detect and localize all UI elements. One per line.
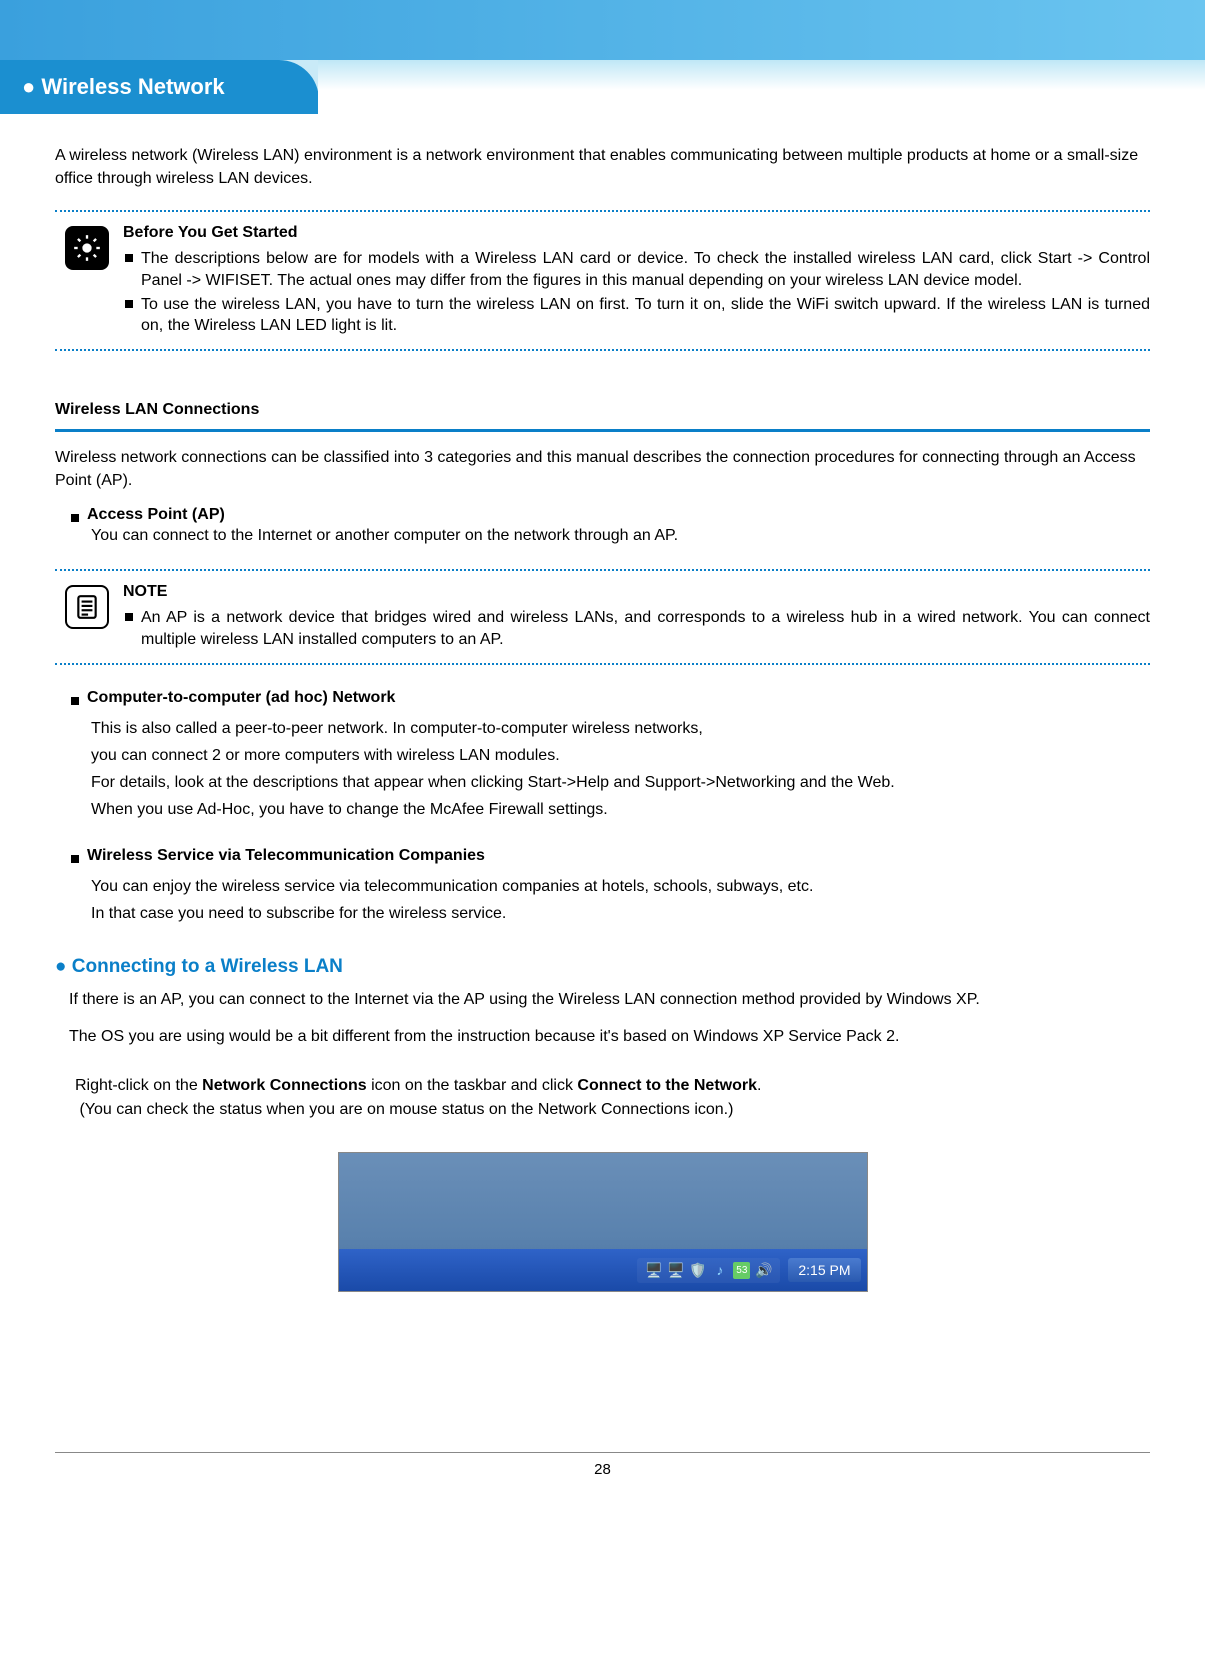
tray-monitor-icon: 🖥️	[667, 1262, 684, 1279]
page-number: 28	[594, 1461, 611, 1478]
system-tray: 🖥️ 🖥️ 🛡️ ♪ 53 🔊	[637, 1258, 780, 1283]
square-bullet-icon	[125, 254, 133, 262]
before-bullet-1: The descriptions below are for models wi…	[141, 248, 1150, 291]
square-bullet-icon	[71, 514, 79, 522]
connecting-heading: ● Connecting to a Wireless LAN	[55, 956, 1150, 978]
note-block: NOTE An AP is a network device that brid…	[55, 577, 1150, 656]
dotted-separator	[55, 349, 1150, 351]
square-bullet-icon	[125, 613, 133, 621]
connecting-p2: The OS you are using would be a bit diff…	[69, 1025, 1150, 1048]
ap-title: Access Point (AP)	[87, 506, 225, 524]
section-wlan-title: Wireless LAN Connections	[55, 401, 1150, 423]
adhoc-title: Computer-to-computer (ad hoc) Network	[87, 689, 395, 707]
taskbar-clock: 2:15 PM	[788, 1258, 860, 1282]
note-icon	[65, 585, 109, 629]
page-header: ● Wireless Network	[0, 60, 1205, 114]
square-bullet-icon	[71, 697, 79, 705]
telecom-title: Wireless Service via Telecommunication C…	[87, 847, 485, 865]
page-title: Wireless Network	[41, 74, 224, 99]
step-instruction: Right-click on the Network Connections i…	[75, 1074, 1150, 1122]
connecting-p1: If there is an AP, you can connect to th…	[69, 988, 1150, 1011]
before-you-start-block: Before You Get Started The descriptions …	[55, 218, 1150, 342]
taskbar-screenshot: 🖥️ 🖥️ 🛡️ ♪ 53 🔊 2:15 PM	[338, 1152, 868, 1292]
step-sub: (You can check the status when you are o…	[79, 1101, 733, 1118]
note-title: NOTE	[123, 583, 1150, 601]
adhoc-line-3: For details, look at the descriptions th…	[91, 769, 1150, 796]
tray-music-icon: ♪	[711, 1262, 728, 1279]
telecom-line-2: In that case you need to subscribe for t…	[91, 900, 1150, 927]
note-body: An AP is a network device that bridges w…	[141, 607, 1150, 650]
before-title: Before You Get Started	[123, 224, 1150, 242]
dotted-separator	[55, 210, 1150, 212]
header-curve	[260, 60, 1205, 114]
square-bullet-icon	[125, 300, 133, 308]
adhoc-line-1: This is also called a peer-to-peer netwo…	[91, 715, 1150, 742]
before-bullet-2: To use the wireless LAN, you have to tur…	[141, 294, 1150, 337]
blue-bullet: ●	[55, 956, 66, 977]
page-content: A wireless network (Wireless LAN) enviro…	[0, 114, 1205, 1332]
top-gradient-bar	[0, 0, 1205, 60]
header-bullet: ●	[22, 74, 35, 99]
tray-shield-icon: 🛡️	[689, 1262, 706, 1279]
ap-body: You can connect to the Internet or anoth…	[91, 524, 1150, 547]
sun-icon	[65, 226, 109, 270]
square-bullet-icon	[71, 855, 79, 863]
telecom-line-1: You can enjoy the wireless service via t…	[91, 873, 1150, 900]
intro-paragraph: A wireless network (Wireless LAN) enviro…	[55, 144, 1150, 190]
adhoc-line-2: you can connect 2 or more computers with…	[91, 742, 1150, 769]
section-underline	[55, 429, 1150, 432]
dotted-separator	[55, 663, 1150, 665]
dotted-separator	[55, 569, 1150, 571]
page-footer: 28	[55, 1452, 1150, 1478]
section-intro: Wireless network connections can be clas…	[55, 446, 1150, 492]
windows-taskbar: 🖥️ 🖥️ 🛡️ ♪ 53 🔊 2:15 PM	[339, 1249, 867, 1291]
tray-volume-icon: 🔊	[755, 1262, 772, 1279]
connecting-heading-text: Connecting to a Wireless LAN	[72, 956, 343, 977]
tray-network-icon: 🖥️	[645, 1262, 662, 1279]
header-title-block: ● Wireless Network	[0, 60, 260, 114]
adhoc-line-4: When you use Ad-Hoc, you have to change …	[91, 796, 1150, 823]
tray-badge-icon: 53	[733, 1262, 750, 1279]
